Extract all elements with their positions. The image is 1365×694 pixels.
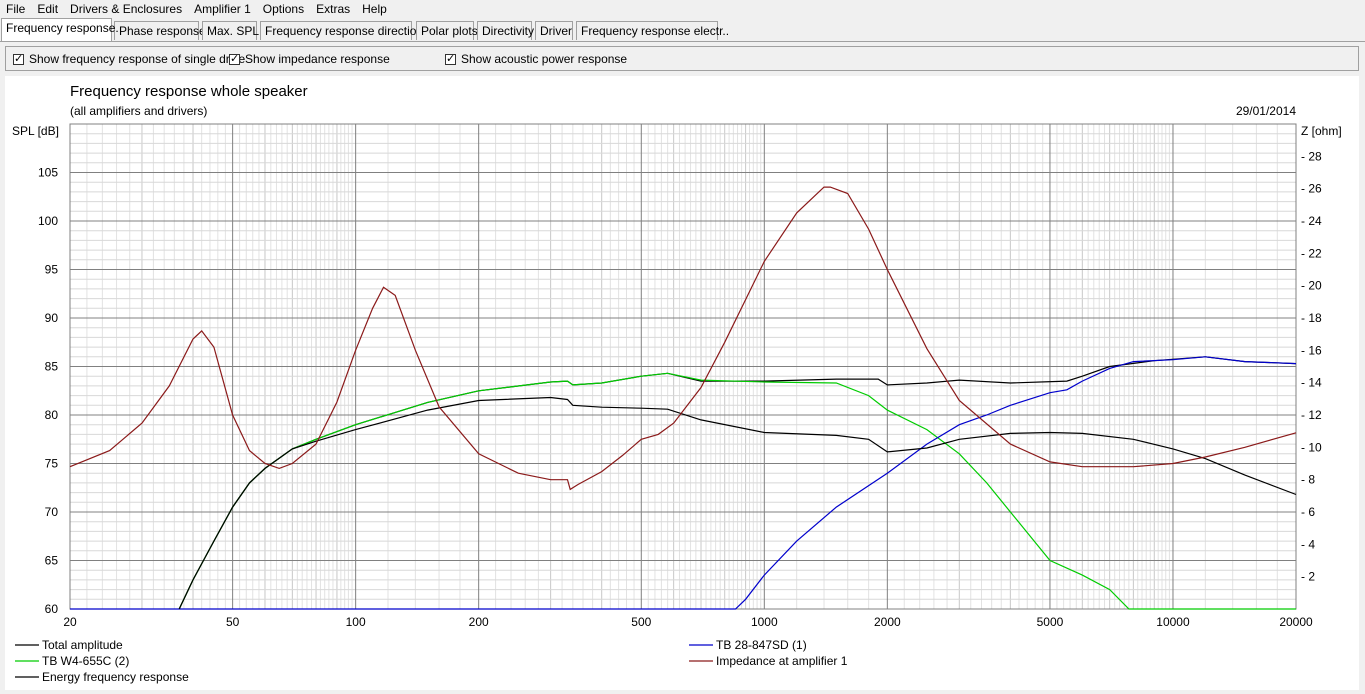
menu-item-edit[interactable]: Edit bbox=[31, 0, 64, 18]
x-tick-label: 100 bbox=[346, 615, 366, 629]
y-tick-label: 95 bbox=[45, 263, 59, 277]
frequency-response-chart: Frequency response whole speaker (all am… bbox=[12, 83, 1342, 684]
tab-polar-plots[interactable]: Polar plots bbox=[416, 21, 478, 40]
impedance-option[interactable]: Show impedance response bbox=[229, 52, 390, 66]
options-bar: Show frequency response of single drive … bbox=[5, 46, 1359, 71]
y2-tick-label: - 16 bbox=[1301, 343, 1322, 357]
y2-tick-label: - 10 bbox=[1301, 440, 1322, 454]
x-tick-label: 500 bbox=[631, 615, 651, 629]
y-tick-label: 75 bbox=[45, 457, 59, 471]
tab-divider bbox=[0, 41, 1365, 42]
y-tick-label: 105 bbox=[38, 166, 58, 180]
y-tick-label: 70 bbox=[45, 505, 59, 519]
legend-label: Energy frequency response bbox=[42, 670, 189, 684]
legend-label: TB 28-847SD (1) bbox=[716, 638, 807, 652]
y-tick-label: 85 bbox=[45, 360, 59, 374]
tab-driver[interactable]: Driver bbox=[535, 21, 573, 40]
x-tick-label: 1000 bbox=[751, 615, 778, 629]
legend: Total amplitude TB W4-655C (2) Energy freq… bbox=[15, 638, 848, 684]
single-drive-checkbox[interactable] bbox=[13, 52, 24, 65]
menu-item-help[interactable]: Help bbox=[356, 0, 393, 18]
x-tick-label: 5000 bbox=[1037, 615, 1064, 629]
tab-max-spl[interactable]: Max. SPL bbox=[202, 21, 259, 40]
chart-date: 29/01/2014 bbox=[1236, 104, 1296, 118]
y-axis-label: SPL [dB] bbox=[12, 124, 59, 138]
acoustic-power-option[interactable]: Show acoustic power response bbox=[445, 52, 627, 66]
legend-label: Total amplitude bbox=[42, 638, 123, 652]
x-tick-labels: 20 50 100 200 500 1000 2000 5000 10000 20000 bbox=[63, 615, 1313, 629]
y2-tick-label: - 2 bbox=[1301, 570, 1315, 584]
chart-area: Frequency response whole speaker (all am… bbox=[5, 76, 1359, 690]
x-tick-label: 20 bbox=[63, 615, 77, 629]
x-tick-label: 200 bbox=[469, 615, 489, 629]
menu-item-file[interactable]: File bbox=[0, 0, 31, 18]
y2-tick-label: - 8 bbox=[1301, 473, 1315, 487]
y2-tick-label: - 6 bbox=[1301, 505, 1315, 519]
y2-axis-label: Z [ohm] bbox=[1301, 124, 1342, 138]
x-tick-label: 2000 bbox=[874, 615, 901, 629]
legend-label: Impedance at amplifier 1 bbox=[716, 654, 848, 668]
y-tick-label: 80 bbox=[45, 408, 59, 422]
x-tick-label: 10000 bbox=[1156, 615, 1190, 629]
y2-tick-label: - 4 bbox=[1301, 537, 1315, 551]
y2-tick-label: - 20 bbox=[1301, 279, 1322, 293]
y2-tick-labels: - 2 - 4 - 6 - 8 - 10 - 12 - 14 - 16 - 18 - 20 - 22… bbox=[1301, 149, 1322, 583]
tab-frequency-response-directions[interactable]: Frequency response directions bbox=[260, 21, 429, 40]
tab-frequency-response[interactable]: Frequency response. bbox=[1, 18, 119, 41]
impedance-label: Show impedance response bbox=[245, 52, 390, 66]
y-tick-labels: 60 65 70 75 80 85 90 95 100 105 bbox=[38, 166, 58, 617]
y-tick-label: 100 bbox=[38, 214, 58, 228]
y2-tick-label: - 24 bbox=[1301, 214, 1322, 228]
acoustic-power-label: Show acoustic power response bbox=[461, 52, 628, 66]
y2-tick-label: - 28 bbox=[1301, 149, 1322, 163]
legend-label: TB W4-655C (2) bbox=[42, 654, 129, 668]
chart-title: Frequency response whole speaker bbox=[70, 83, 308, 100]
tab-frequency-response-electr[interactable]: Frequency response electr.. bbox=[576, 21, 729, 40]
tab-phase-response[interactable]: Phase response bbox=[114, 21, 206, 40]
y-tick-label: 65 bbox=[45, 554, 59, 568]
y2-tick-label: - 18 bbox=[1301, 311, 1322, 325]
menu-item-drivers-enclosures[interactable]: Drivers & Enclosures bbox=[64, 0, 188, 18]
y2-tick-label: - 26 bbox=[1301, 182, 1322, 196]
tab-directivity[interactable]: Directivity bbox=[477, 21, 534, 40]
y-tick-label: 60 bbox=[45, 602, 59, 616]
menu-item-options[interactable]: Options bbox=[257, 0, 310, 18]
y2-tick-label: - 22 bbox=[1301, 246, 1322, 260]
impedance-checkbox[interactable] bbox=[229, 52, 240, 65]
acoustic-power-checkbox[interactable] bbox=[445, 52, 456, 65]
chart-subtitle: (all amplifiers and drivers) bbox=[70, 104, 207, 118]
y2-tick-label: - 12 bbox=[1301, 408, 1322, 422]
single-drive-option[interactable]: Show frequency response of single drive bbox=[13, 52, 245, 66]
menu-item-extras[interactable]: Extras bbox=[310, 0, 356, 18]
menu-bar: File Edit Drivers & Enclosures Amplifier 1O… bbox=[0, 0, 1365, 18]
y-tick-label: 90 bbox=[45, 311, 59, 325]
single-drive-label: Show frequency response of single drive bbox=[29, 52, 246, 66]
tab-bar: Frequency response. Phase response Max. SP… bbox=[0, 18, 1365, 42]
x-tick-label: 50 bbox=[226, 615, 240, 629]
menu-item-amplifier-1[interactable]: Amplifier 1 bbox=[188, 0, 257, 18]
x-tick-label: 20000 bbox=[1279, 615, 1313, 629]
y2-tick-label: - 14 bbox=[1301, 376, 1322, 390]
